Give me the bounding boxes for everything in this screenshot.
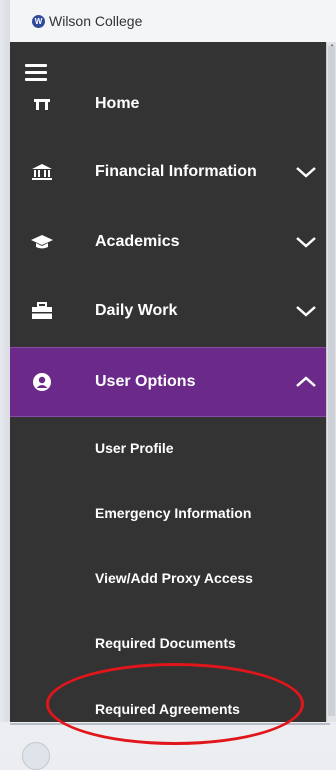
submenu-item-user-profile[interactable]: User Profile [95,440,174,456]
page-left-strip [0,0,10,757]
sidebar-item-academics[interactable]: Academics [10,208,326,276]
briefcase-icon [30,301,54,321]
page-bottom-strip [0,722,336,757]
chevron-down-icon[interactable] [295,235,317,249]
sidebar-item-label: User Options [95,373,196,390]
home-icon [30,94,54,114]
scrollbar[interactable] [326,42,336,722]
app-header: W Wilson College [10,0,336,43]
scrollbar-thumb[interactable] [328,46,335,716]
submenu-item-required-agreements[interactable]: Required Agreements [95,701,240,717]
sidebar-item-label: Academics [95,233,180,250]
sidebar-item-home[interactable]: Home [10,70,326,138]
submenu-item-view-add-proxy-access[interactable]: View/Add Proxy Access [95,570,253,586]
graduation-cap-icon [30,232,54,252]
brand-name: Wilson College [49,13,143,29]
bank-icon [30,162,54,182]
sidebar-item-label: Financial Information [95,163,257,180]
sidebar-item-daily-work[interactable]: Daily Work [10,277,326,345]
chevron-up-icon[interactable] [295,375,317,389]
user-circle-icon [30,372,54,392]
sidebar-item-user-options[interactable]: User Options [10,347,326,417]
sidebar-item-label: Daily Work [95,302,178,319]
submenu-item-required-documents[interactable]: Required Documents [95,635,236,651]
sidebar-item-label: Home [95,95,140,112]
corner-decoration [22,742,50,770]
divider [10,723,330,725]
sidebar-item-financial-information[interactable]: Financial Information [10,138,326,206]
submenu-item-emergency-information[interactable]: Emergency Information [95,505,251,521]
chevron-down-icon[interactable] [295,165,317,179]
chevron-down-icon[interactable] [295,304,317,318]
wilson-logo-icon: W [32,15,45,28]
